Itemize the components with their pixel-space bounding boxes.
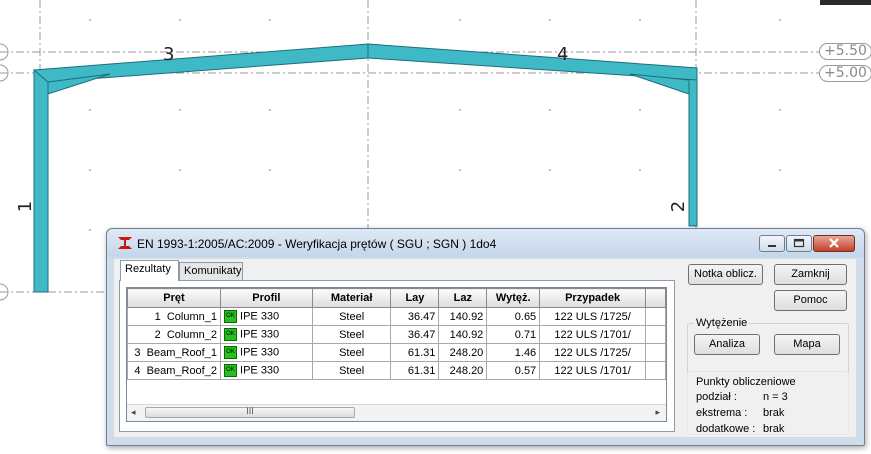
cell-lay: 36.47 <box>390 307 440 326</box>
cell-empty <box>645 343 666 362</box>
col-header-empty <box>645 288 666 308</box>
cell-material: Steel <box>311 325 392 344</box>
dialog-titlebar[interactable]: EN 1993-1:2005/AC:2009 - Weryfikacja prę… <box>107 229 864 257</box>
col-header-material[interactable]: Materiał <box>311 288 392 308</box>
calc-points-group: Punkty obliczeniowe podział : n = 3 ekst… <box>687 371 849 435</box>
member-1-column <box>33 69 49 293</box>
app-logo-icon <box>118 237 132 249</box>
member-label-4: 4 <box>557 44 569 65</box>
col-header-lay[interactable]: Lay <box>390 288 440 308</box>
maximize-button[interactable] <box>786 235 812 252</box>
cell-pret: 3 Beam_Roof_1 <box>127 343 221 362</box>
cell-przypadek: 122 ULS /1701/ <box>539 325 647 344</box>
ok-status-icon: OK <box>223 310 237 323</box>
results-table[interactable]: Pręt Profil Materiał Lay Laz Wytęż. Przy… <box>126 287 667 422</box>
member-2-column <box>688 67 698 227</box>
wytezenie-label: Wytężenie <box>694 317 750 329</box>
minimize-icon <box>768 245 776 247</box>
analysis-button[interactable]: Analiza <box>694 334 760 355</box>
tab-rezultaty[interactable]: Rezultaty <box>120 260 179 281</box>
member-4-rafter <box>367 43 698 81</box>
division-key: podział : <box>696 391 737 403</box>
top-right-edge <box>820 0 871 5</box>
cell-lay: 36.47 <box>390 325 440 344</box>
col-header-profil[interactable]: Profil <box>219 288 313 308</box>
calc-note-button[interactable]: Notka oblicz. <box>688 264 763 285</box>
cell-profil: OK IPE 330 <box>219 307 313 326</box>
cell-przypadek: 122 ULS /1725/ <box>539 343 647 362</box>
close-icon <box>829 238 839 248</box>
close-dialog-button[interactable]: Zamknij <box>774 264 847 285</box>
level-tag-upper: +5.50 <box>819 43 871 60</box>
col-header-przypadek[interactable]: Przypadek <box>539 288 647 308</box>
member-label-1: 1 <box>15 200 37 213</box>
cell-pret: 2 Column_2 <box>127 325 221 344</box>
table-header-row: Pręt Profil Materiał Lay Laz Wytęż. Przy… <box>127 288 666 308</box>
cell-pret: 1 Column_1 <box>127 307 221 326</box>
division-value: n = 3 <box>763 391 788 403</box>
cell-wytez: 1.46 <box>486 343 541 362</box>
col-header-wytez[interactable]: Wytęż. <box>486 288 541 308</box>
minimize-button[interactable] <box>759 235 785 252</box>
horizontal-scrollbar[interactable]: ◂ III ▸ <box>127 404 666 421</box>
calc-points-label: Punkty obliczeniowe <box>696 376 796 388</box>
cell-material: Steel <box>311 361 392 380</box>
member-3-rafter <box>32 43 369 83</box>
cell-laz: 140.92 <box>438 307 488 326</box>
results-panel: Pręt Profil Materiał Lay Laz Wytęż. Przy… <box>119 280 675 432</box>
dialog-title: EN 1993-1:2005/AC:2009 - Weryfikacja prę… <box>137 237 497 251</box>
cell-profil: OK IPE 330 <box>219 325 313 344</box>
cell-laz: 248.20 <box>438 343 488 362</box>
cell-lay: 61.31 <box>390 343 440 362</box>
extrema-key: ekstrema : <box>696 407 748 419</box>
member-label-3: 3 <box>163 44 175 65</box>
ok-status-icon: OK <box>223 328 237 341</box>
scroll-thumb[interactable]: III <box>145 406 355 418</box>
cell-lay: 61.31 <box>390 361 440 380</box>
cell-material: Steel <box>311 343 392 362</box>
cell-profil: OK IPE 330 <box>219 361 313 380</box>
cell-wytez: 0.57 <box>486 361 541 380</box>
verification-dialog: EN 1993-1:2005/AC:2009 - Weryfikacja prę… <box>106 228 865 446</box>
ok-status-icon: OK <box>223 346 237 359</box>
cell-przypadek: 122 ULS /1701/ <box>539 361 647 380</box>
cell-laz: 248.20 <box>438 361 488 380</box>
ok-status-icon: OK <box>223 364 237 377</box>
help-button[interactable]: Pomoc <box>774 290 847 311</box>
maximize-icon <box>793 238 805 248</box>
cell-empty <box>645 307 666 326</box>
tab-komunikaty[interactable]: Komunikaty <box>179 262 243 280</box>
scroll-right-arrow-icon[interactable]: ▸ <box>655 407 660 418</box>
cell-empty <box>645 361 666 380</box>
axis-markers-left <box>0 43 9 301</box>
cell-pret: 4 Beam_Roof_2 <box>127 361 221 380</box>
cell-material: Steel <box>311 307 392 326</box>
table-row[interactable]: 3 Beam_Roof_1 OK IPE 330 Steel 61.31 248… <box>127 343 666 362</box>
additional-key: dodatkowe : <box>696 423 756 435</box>
close-button[interactable] <box>813 235 855 252</box>
table-row[interactable]: 4 Beam_Roof_2 OK IPE 330 Steel 61.31 248… <box>127 361 666 380</box>
cell-profil: OK IPE 330 <box>219 343 313 362</box>
scroll-left-arrow-icon[interactable]: ◂ <box>131 407 136 418</box>
level-tag-lower: +5.00 <box>819 65 871 82</box>
cell-wytez: 0.71 <box>486 325 541 344</box>
table-row[interactable]: 2 Column_2 OK IPE 330 Steel 36.47 140.92… <box>127 325 666 344</box>
cell-laz: 140.92 <box>438 325 488 344</box>
extrema-value: brak <box>763 407 785 419</box>
table-row[interactable]: 1 Column_1 OK IPE 330 Steel 36.47 140.92… <box>127 307 666 326</box>
map-button[interactable]: Mapa <box>774 334 840 355</box>
cell-przypadek: 122 ULS /1725/ <box>539 307 647 326</box>
col-header-pret[interactable]: Pręt <box>127 288 221 308</box>
col-header-laz[interactable]: Laz <box>438 288 488 308</box>
dialog-client: Rezultaty Komunikaty Pręt Profil Materia… <box>114 259 856 437</box>
member-label-2: 2 <box>668 200 690 213</box>
cell-empty <box>645 325 666 344</box>
additional-value: brak <box>763 423 785 435</box>
cell-wytez: 0.65 <box>486 307 541 326</box>
